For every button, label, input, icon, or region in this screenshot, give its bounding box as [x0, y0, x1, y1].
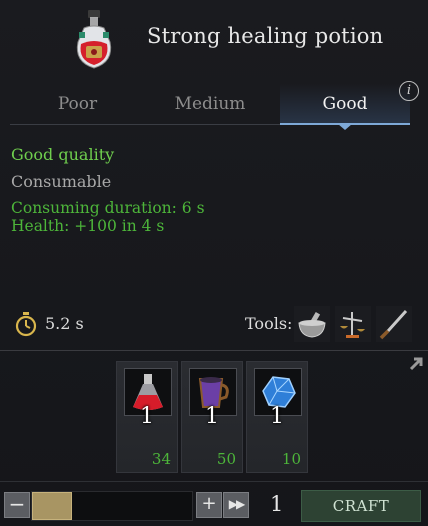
healing-potion-icon	[76, 10, 112, 69]
craft-duration: 5.2 s	[45, 314, 84, 333]
ingredient-slot[interactable]: 1 10	[246, 361, 308, 473]
effect-health: Health: +100 in 4 s	[11, 217, 165, 235]
stopwatch-icon	[15, 312, 37, 337]
required-amount: 1	[270, 404, 284, 429]
knife-icon	[379, 309, 408, 340]
decrease-quantity-button[interactable]: −	[4, 492, 30, 518]
item-title: Strong healing potion	[147, 24, 384, 48]
max-quantity-button[interactable]: ▶▶	[223, 492, 249, 518]
required-amount: 1	[205, 404, 219, 429]
tab-good[interactable]: Good	[280, 84, 410, 124]
tool-mortar	[294, 306, 330, 342]
active-tab-caret	[338, 124, 352, 130]
tool-knife	[376, 306, 412, 342]
scales-icon	[340, 312, 365, 338]
item-header: Strong healing potion	[0, 0, 428, 80]
quality-label: Good quality	[11, 145, 115, 164]
tools-label: Tools:	[245, 314, 293, 333]
effects-list: Consuming duration: 6 s Health: +100 in …	[11, 199, 205, 235]
info-icon[interactable]: i	[399, 81, 419, 101]
tab-medium[interactable]: Medium	[160, 84, 260, 124]
craft-button[interactable]: CRAFT	[301, 490, 421, 522]
ingredient-slot[interactable]: 1 34	[116, 361, 178, 473]
increase-quantity-button[interactable]: +	[196, 492, 222, 518]
section-divider	[0, 350, 428, 351]
quality-tabs: Poor Medium Good	[0, 84, 428, 130]
quantity-value: 1	[270, 492, 284, 516]
tool-scales	[335, 306, 371, 342]
category-label: Consumable	[11, 172, 112, 191]
effect-duration: Consuming duration: 6 s	[11, 199, 205, 217]
owned-amount: 50	[216, 450, 236, 468]
tab-poor[interactable]: Poor	[30, 84, 125, 124]
required-amount: 1	[140, 404, 154, 429]
bottom-divider	[0, 481, 428, 482]
owned-amount: 34	[151, 450, 171, 468]
crafting-panel: Strong healing potion Poor Medium Good i…	[0, 0, 428, 526]
ingredient-slot[interactable]: 1 50	[181, 361, 243, 473]
owned-amount: 10	[281, 450, 301, 468]
mortar-and-pestle-icon	[298, 311, 326, 338]
expand-arrow-icon[interactable]	[407, 355, 425, 373]
quantity-slider-handle[interactable]	[32, 492, 72, 520]
